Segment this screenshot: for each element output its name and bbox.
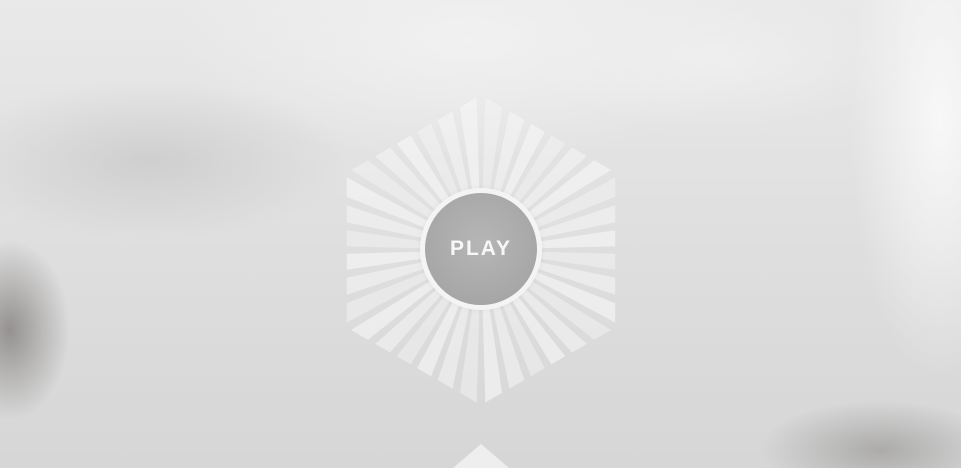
play-button[interactable]: PLAY [420,188,542,310]
chevron-up-icon[interactable] [453,444,509,468]
play-label: PLAY [449,237,513,260]
